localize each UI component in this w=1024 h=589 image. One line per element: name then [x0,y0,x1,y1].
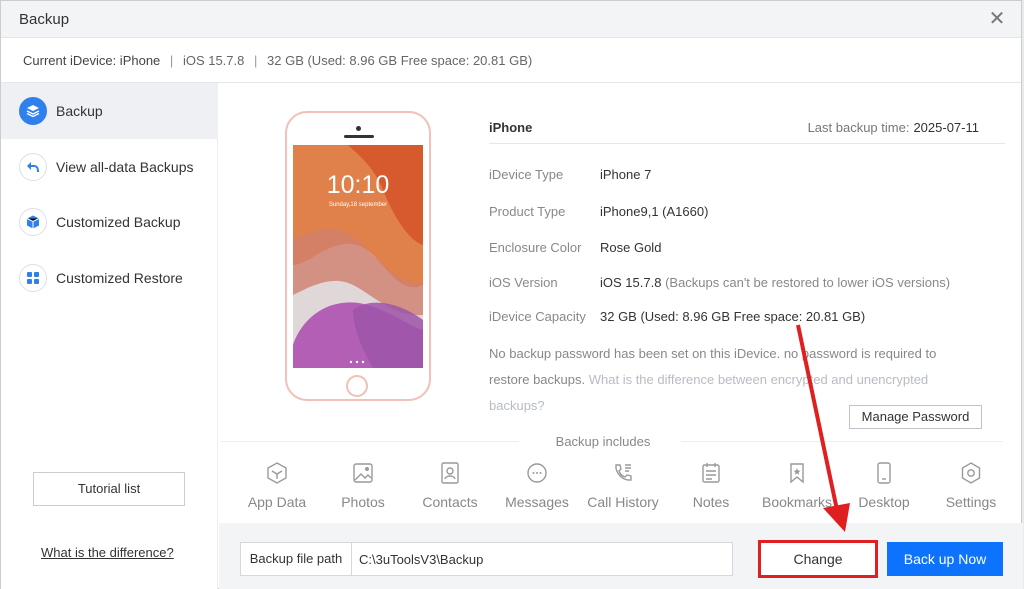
sidebar-item-label: Customized Backup [56,214,181,230]
app-data-icon [267,462,287,484]
detail-key: iDevice Capacity [489,309,586,324]
phone-illustration: 10:10 Sunday,18 september [285,111,431,401]
home-button [346,375,368,397]
backup-includes-label: Backup includes [555,434,651,449]
include-messages: Messages [497,461,577,510]
sidebar-item-label: Customized Restore [56,270,183,286]
detail-value: iPhone 7 [600,167,652,182]
sidebar-item-label: View all-data Backups [56,159,194,175]
include-label: App Data [247,494,307,510]
window-title: Backup [19,11,70,28]
last-backup-value: 2025-07-11 [913,120,979,135]
manage-password-button[interactable]: Manage Password [849,405,982,429]
include-label: Notes [692,494,730,510]
backup-footer: Backup file path Change Back up Now [219,523,1023,589]
sidebar: Backup View all-data Backups Customized … [1,83,218,589]
detail-key: Product Type [489,204,566,219]
camera-dot [356,126,361,131]
bookmarks-icon [790,463,804,484]
detail-key: iDevice Type [489,167,564,182]
speaker-slot [344,135,374,138]
ios-version-summary: iOS 15.7.8 [182,53,245,68]
include-label: Settings [945,494,997,510]
include-desktop: Desktop [844,461,924,510]
include-photos: Photos [323,461,403,510]
separator: | [254,53,258,68]
detail-value: iPhone9,1 (A1660) [600,204,709,219]
include-settings: Settings [931,461,1011,510]
divider [681,441,1003,442]
sidebar-item-customized-restore[interactable]: Customized Restore [1,250,218,306]
layers-icon [19,97,47,125]
change-path-button[interactable]: Change [758,540,878,578]
include-notes: Notes [671,461,751,510]
sidebar-item-customized-backup[interactable]: Customized Backup [1,194,218,250]
include-label: Desktop [858,494,910,510]
tutorial-list-button[interactable]: Tutorial list [33,472,185,506]
what-is-difference-link[interactable]: What is the difference? [41,545,174,560]
desktop-icon [877,462,891,484]
close-icon[interactable]: ✕ [987,9,1007,29]
lockscreen-time: 10:10 [326,171,390,199]
include-contacts: Contacts [410,461,490,510]
phone-screen: 10:10 Sunday,18 september [293,145,423,368]
detail-key: Enclosure Color [489,240,582,255]
detail-key: iOS Version [489,275,558,290]
back-up-now-button[interactable]: Back up Now [887,542,1003,576]
divider [489,143,1005,144]
include-label: Bookmarks [761,494,833,510]
detail-value-with-note: iOS 15.7.8 (Backups can't be restored to… [600,275,950,290]
backup-path-field[interactable] [351,542,733,576]
title-bar: Backup ✕ [1,1,1021,38]
undo-arrow-icon [19,153,47,181]
include-label: Messages [505,494,569,510]
grid-icon [19,264,47,292]
device-info-bar: Current iDevice: iPhone | iOS 15.7.8 | 3… [1,38,1021,83]
backup-window: Backup ✕ Current iDevice: iPhone | iOS 1… [0,0,1023,589]
notes-icon [702,463,720,483]
include-call-history: Call History [583,461,663,510]
detail-value: iOS 15.7.8 [600,275,662,290]
cube-icon [19,208,47,236]
sidebar-item-view-backups[interactable]: View all-data Backups [1,139,218,195]
detail-value: 32 GB (Used: 8.96 GB Free space: 20.81 G… [600,309,866,324]
current-device-label: Current iDevice: iPhone [23,53,161,68]
call-history-icon [615,464,632,481]
current-device-summary: Current iDevice: iPhone | iOS 15.7.8 | 3… [23,53,532,68]
messages-icon [527,463,547,483]
divider [221,441,519,442]
sidebar-item-label: Backup [56,103,103,119]
backup-path-label: Backup file path [240,542,352,576]
include-label: Contacts [422,494,478,510]
include-label: Photos [341,494,385,510]
device-name: iPhone [489,120,533,135]
sidebar-item-backup[interactable]: Backup [1,83,218,139]
photos-icon [353,463,373,483]
include-label: Call History [587,494,659,510]
lockscreen-date: Sunday,18 september [328,202,388,208]
include-bookmarks: Bookmarks [757,461,837,510]
main-panel: 10:10 Sunday,18 september iPhone Last ba… [219,83,1023,523]
last-backup-time: Last backup time: 2025-07-11 [808,120,979,135]
settings-icon [961,462,981,484]
detail-note: (Backups can't be restored to lower iOS … [665,275,951,290]
last-backup-label: Last backup time: [807,120,910,135]
separator: | [169,53,174,68]
include-app-data: App Data [237,461,317,510]
contacts-icon [441,462,459,484]
detail-value: Rose Gold [600,240,662,255]
storage-summary: 32 GB (Used: 8.96 GB Free space: 20.81 G… [267,53,533,68]
